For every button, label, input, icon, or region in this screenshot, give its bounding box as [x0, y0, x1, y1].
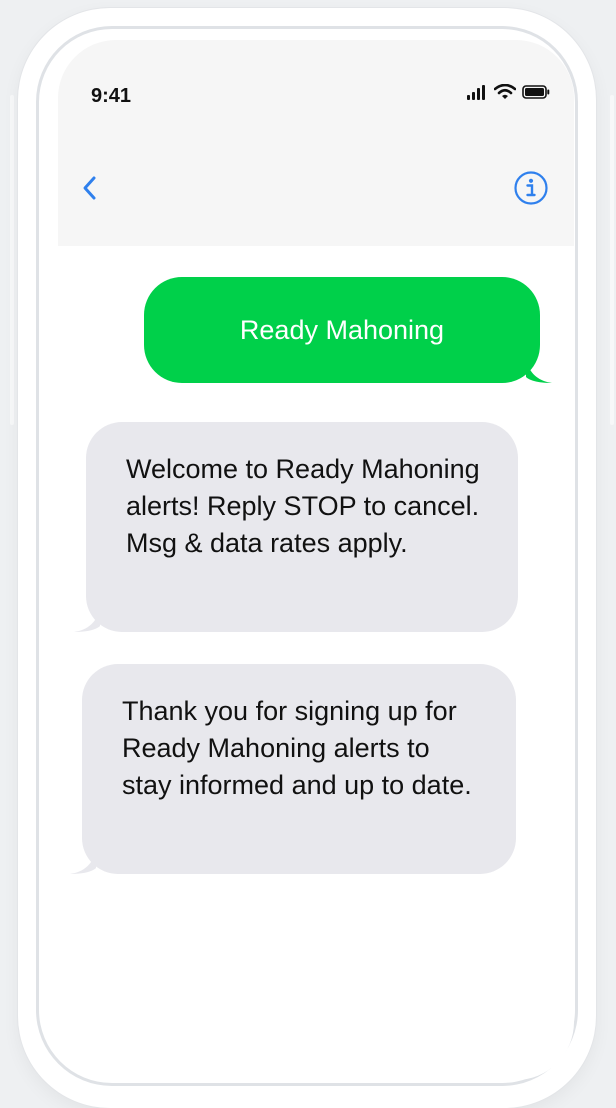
- message-screen: 9:41 Ready Mahoning Welcome to Ready Mah…: [58, 40, 574, 1080]
- info-button[interactable]: [513, 170, 549, 206]
- sent-bubble-tail: [526, 359, 552, 383]
- sent-message-bubble[interactable]: Ready Mahoning: [144, 277, 552, 383]
- received-message-bubble[interactable]: Thank you for signing up for Ready Mahon…: [70, 664, 516, 874]
- background-edge-left: [10, 95, 14, 425]
- battery-icon: [522, 85, 550, 99]
- received-bubble-tail: [70, 850, 96, 874]
- sent-message-text: Ready Mahoning: [239, 314, 445, 345]
- info-circle-icon: [514, 171, 548, 205]
- background-edge-right: [610, 95, 614, 425]
- received-message-text: Welcome to Ready Mahoning alerts! Reply …: [126, 454, 480, 558]
- signal-icon: [467, 85, 485, 100]
- back-button[interactable]: [76, 172, 104, 204]
- received-message-bubble[interactable]: Welcome to Ready Mahoning alerts! Reply …: [74, 422, 518, 632]
- wifi-icon: [494, 84, 516, 99]
- conversation-header: 9:41: [58, 40, 574, 246]
- status-time: 9:41: [91, 85, 132, 107]
- status-icons: [466, 84, 550, 100]
- received-message-text: Thank you for signing up for Ready Mahon…: [122, 696, 472, 800]
- received-bubble-tail: [74, 608, 100, 632]
- chevron-left-icon: [83, 176, 96, 200]
